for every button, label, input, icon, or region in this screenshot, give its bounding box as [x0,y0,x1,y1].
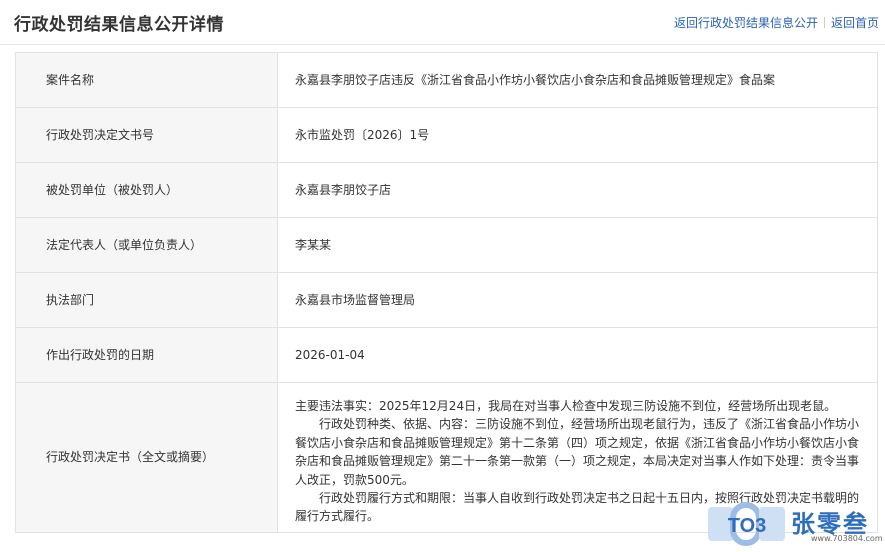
table-row: 被处罚单位（被处罚人） 永嘉县李朋饺子店 [15,162,878,218]
row-value-document-number: 永市监处罚〔2026〕1号 [277,107,878,163]
table-row: 执法部门 永嘉县市场监督管理局 [15,272,878,328]
table-row: 作出行政处罚的日期 2026-01-04 [15,327,878,383]
row-value-case-name: 永嘉县李朋饺子店违反《浙江省食品小作坊小餐饮店小食杂店和食品摊贩管理规定》食品案 [277,52,878,108]
row-value-penalized-party: 永嘉县李朋饺子店 [277,162,878,218]
row-value-decision-date: 2026-01-04 [277,327,878,383]
watermark-logo-text: TO3 [728,515,767,537]
back-to-list-link[interactable]: 返回行政处罚结果信息公开 [674,16,818,30]
page-header: 行政处罚结果信息公开详情 返回行政处罚结果信息公开 返回首页 [0,0,885,45]
row-value-enforcement-department: 永嘉县市场监督管理局 [277,272,878,328]
row-label-penalized-party: 被处罚单位（被处罚人） [15,162,278,218]
row-label-enforcement-department: 执法部门 [15,272,278,328]
table-row: 行政处罚决定文书号 永市监处罚〔2026〕1号 [15,107,878,163]
detail-table: 案件名称 永嘉县李朋饺子店违反《浙江省食品小作坊小餐饮店小食杂店和食品摊贩管理规… [15,52,878,533]
row-value-legal-representative: 李某某 [277,217,878,273]
decision-facts: 主要违法事实：2025年12月24日，我局在对当事人检查中发现三防设施不到位，经… [295,399,837,413]
watermark-url: www.703804.com [811,534,883,543]
row-label-document-number: 行政处罚决定文书号 [15,107,278,163]
row-label-decision-date: 作出行政处罚的日期 [15,327,278,383]
row-label-case-name: 案件名称 [15,52,278,108]
table-row: 法定代表人（或单位负责人） 李某某 [15,217,878,273]
table-row: 案件名称 永嘉县李朋饺子店违反《浙江省食品小作坊小餐饮店小食杂店和食品摊贩管理规… [15,52,878,108]
row-label-decision-document: 行政处罚决定书（全文或摘要） [15,382,278,533]
back-to-home-link[interactable]: 返回首页 [831,16,879,30]
watermark-logo-mark: TO3 [708,502,785,546]
page-title: 行政处罚结果信息公开详情 [14,15,224,35]
decision-basis: 行政处罚种类、依据、内容：三防设施不到位，经营场所出现老鼠行为，违反了《浙江省食… [295,417,860,487]
link-divider [823,17,825,28]
header-links: 返回行政处罚结果信息公开 返回首页 [674,14,879,31]
watermark-logo: TO3 张零叁 www.703804.com [707,500,883,548]
row-label-legal-representative: 法定代表人（或单位负责人） [15,217,278,273]
